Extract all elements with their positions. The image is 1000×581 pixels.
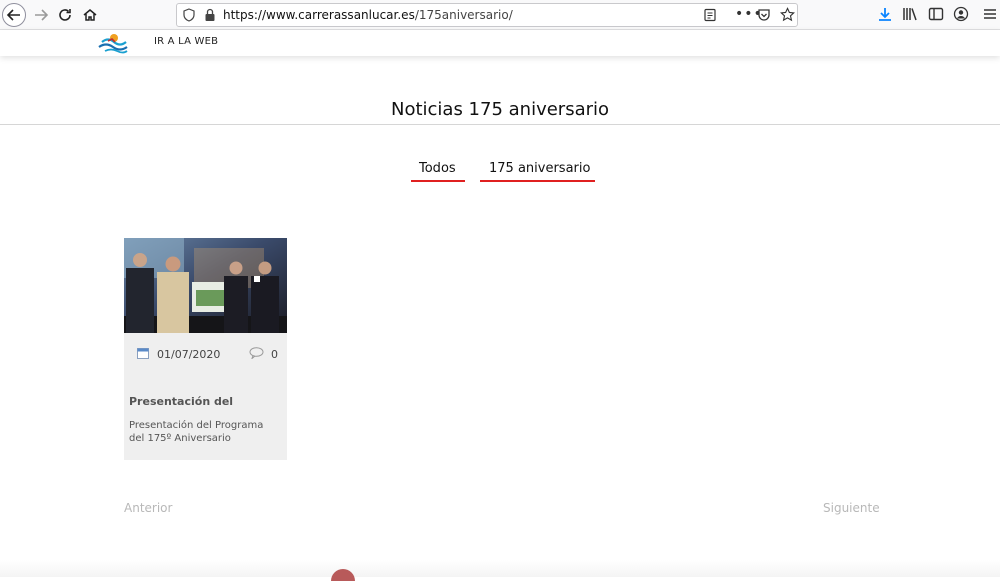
browser-toolbar: https://www.carrerassanlucar.es/175anive… (0, 0, 1000, 30)
back-icon (6, 9, 20, 21)
library-icon[interactable] (902, 6, 918, 22)
lock-icon[interactable] (204, 8, 216, 22)
forward-icon (35, 9, 49, 21)
shield-icon[interactable] (182, 8, 196, 22)
pagination-next[interactable]: Siguiente (823, 501, 880, 515)
download-icon[interactable] (877, 6, 893, 22)
url-path: /175aniversario/ (414, 8, 513, 22)
page-title: Noticias 175 aniversario (390, 99, 610, 120)
home-icon (83, 9, 97, 21)
title-divider (0, 124, 1000, 125)
news-card[interactable]: 01/07/2020 0 Presentación del Presentaci… (124, 238, 287, 460)
footer-edge (0, 560, 1000, 577)
filter-tab-underline (480, 180, 595, 182)
card-title[interactable]: Presentación del (129, 395, 233, 408)
pagination-prev[interactable]: Anterior (124, 501, 172, 515)
star-icon[interactable] (780, 7, 795, 22)
card-excerpt: Presentación del Programa del 175º Anive… (129, 420, 264, 444)
nav-link-web[interactable]: IR A LA WEB (154, 36, 218, 47)
site-header: IR A LA WEB (0, 30, 1000, 56)
home-button[interactable] (78, 3, 102, 27)
sidebar-icon[interactable] (928, 6, 944, 22)
url-bar[interactable]: https://www.carrerassanlucar.es/175anive… (176, 3, 798, 27)
forward-button[interactable] (29, 3, 53, 27)
filter-tab-label: Todos (419, 161, 456, 176)
site-logo[interactable] (96, 32, 132, 54)
reload-icon (59, 9, 71, 21)
pocket-icon[interactable] (757, 8, 771, 22)
calendar-icon (137, 348, 149, 359)
reload-button[interactable] (53, 3, 77, 27)
reader-icon[interactable] (703, 8, 717, 22)
account-icon[interactable] (953, 6, 969, 22)
card-comment-count: 0 (271, 348, 278, 361)
url-text[interactable]: https://www.carrerassanlucar.es/175anive… (223, 8, 513, 22)
url-host: https://www.carrerassanlucar.es (223, 8, 415, 22)
filter-tab-underline (411, 180, 465, 182)
filter-tab-label: 175 aniversario (489, 161, 591, 176)
card-meta: 01/07/2020 0 (124, 346, 287, 362)
card-date: 01/07/2020 (157, 348, 221, 361)
menu-icon[interactable] (982, 6, 998, 22)
comment-icon (249, 347, 264, 359)
back-button[interactable] (2, 3, 26, 27)
news-photo[interactable] (124, 238, 287, 333)
